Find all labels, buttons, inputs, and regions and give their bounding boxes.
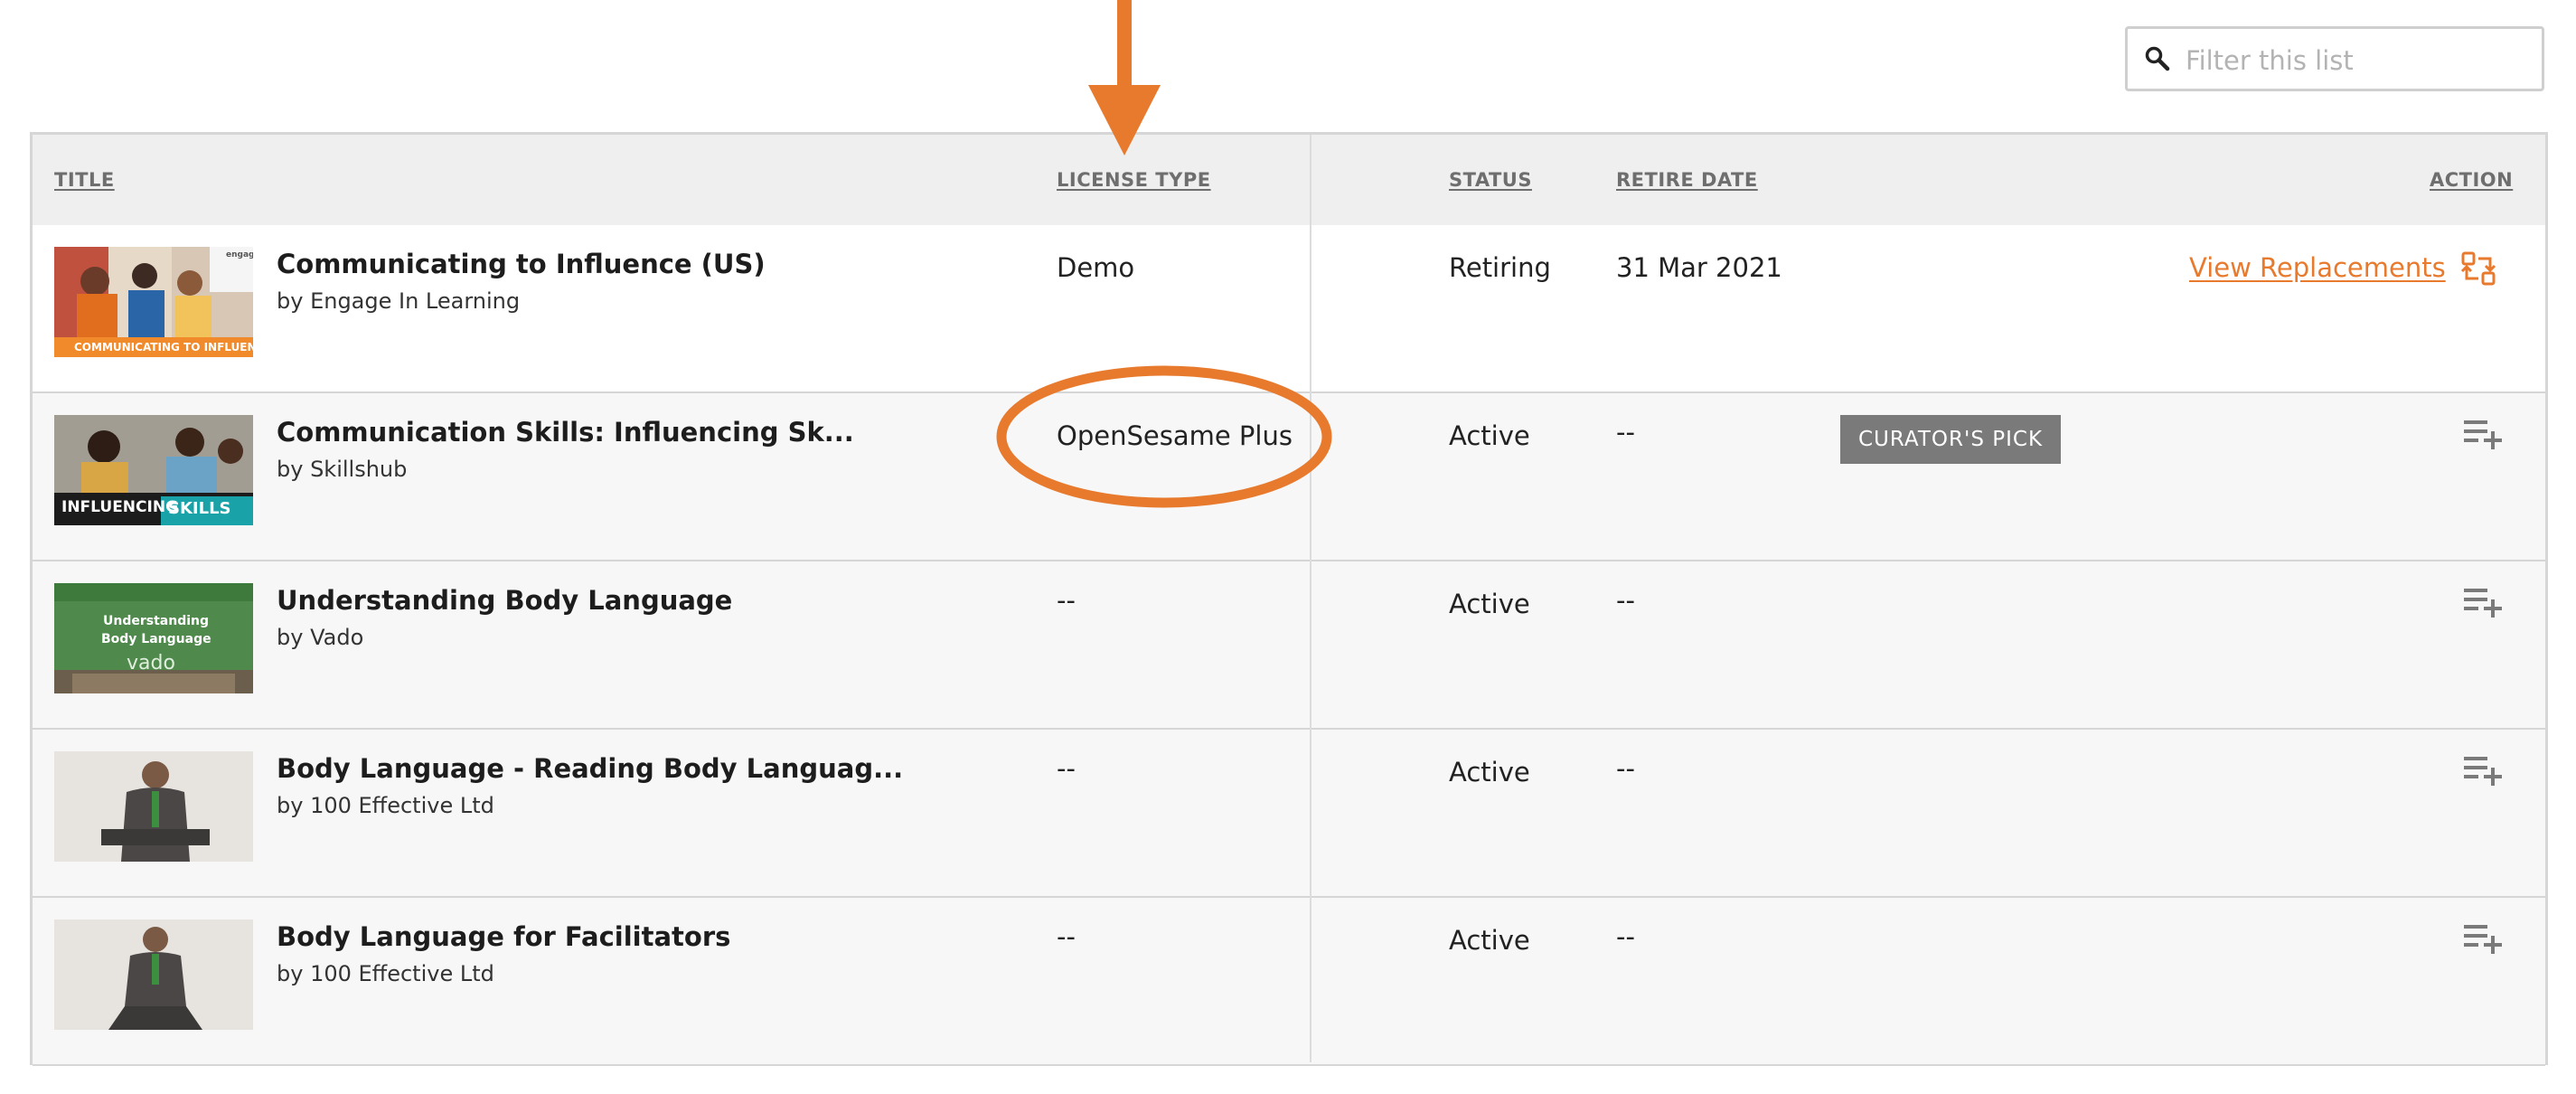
course-table: TITLE LICENSE TYPE STATUS RETIRE DATE AC… <box>30 132 2548 1066</box>
retire-date: -- <box>1616 417 1635 448</box>
annotation-arrow-shaft <box>1117 0 1132 90</box>
column-header-status[interactable]: STATUS <box>1449 169 1532 191</box>
course-author: by 100 Effective Ltd <box>277 793 494 818</box>
retire-date: -- <box>1616 753 1635 784</box>
column-divider <box>1310 135 1312 1062</box>
thumbnail-caption-2: SKILLS <box>168 499 231 518</box>
license-type: Demo <box>1057 252 1135 283</box>
status: Active <box>1449 589 1530 619</box>
retire-date: -- <box>1616 921 1635 952</box>
course-title[interactable]: Understanding Body Language <box>277 585 732 616</box>
table-row[interactable]: Understanding Body Language vado Underst… <box>33 561 2545 730</box>
table-row[interactable]: Body Language - Reading Body Languag... … <box>33 730 2545 898</box>
course-title[interactable]: Communicating to Influence (US) <box>277 249 766 279</box>
course-thumbnail[interactable] <box>54 920 253 1030</box>
license-type: -- <box>1057 753 1076 784</box>
retire-date: -- <box>1616 585 1635 616</box>
thumbnail-image <box>54 751 253 862</box>
swap-icon[interactable] <box>2460 250 2496 287</box>
course-thumbnail[interactable] <box>54 751 253 862</box>
course-title[interactable]: Communication Skills: Influencing Sk... <box>277 417 854 448</box>
course-author: by Vado <box>277 625 364 650</box>
column-header-action[interactable]: ACTION <box>2430 169 2513 191</box>
course-author: by Engage In Learning <box>277 288 521 314</box>
course-author: by 100 Effective Ltd <box>277 961 494 986</box>
course-thumbnail[interactable]: INFLUENCING SKILLS <box>54 415 253 525</box>
course-title[interactable]: Body Language for Facilitators <box>277 921 730 952</box>
thumbnail-caption-1: INFLUENCING <box>61 498 179 516</box>
status: Active <box>1449 420 1530 451</box>
table-header: TITLE LICENSE TYPE STATUS RETIRE DATE AC… <box>33 135 2545 227</box>
filter-box[interactable] <box>2125 26 2544 91</box>
add-to-list-icon[interactable] <box>2464 755 2504 786</box>
course-author: by Skillshub <box>277 457 408 482</box>
table-row[interactable]: engage learning COMMUNICATING TO INFLUEN… <box>33 225 2545 393</box>
course-title[interactable]: Body Language - Reading Body Languag... <box>277 753 903 784</box>
badge-label: CURATOR'S PICK <box>1857 428 2044 451</box>
thumbnail-caption-2: Body Language <box>101 632 212 646</box>
table-row[interactable]: Body Language for Facilitators by 100 Ef… <box>33 898 2545 1066</box>
retire-date: 31 Mar 2021 <box>1616 252 1782 283</box>
thumbnail-brand: engage learning <box>226 250 253 259</box>
course-thumbnail[interactable]: engage learning COMMUNICATING TO INFLUEN… <box>54 247 253 357</box>
thumbnail-brand: vado <box>127 652 175 674</box>
thumbnail-caption: COMMUNICATING TO INFLUENCE <box>74 341 253 354</box>
license-type: OpenSesame Plus <box>1057 420 1293 451</box>
table-row[interactable]: INFLUENCING SKILLS Communication Skills:… <box>33 393 2545 561</box>
license-type: -- <box>1057 921 1076 952</box>
search-icon <box>2145 46 2170 71</box>
filter-input[interactable] <box>2184 38 2531 83</box>
add-to-list-icon[interactable] <box>2464 923 2504 954</box>
add-to-list-icon[interactable] <box>2464 587 2504 618</box>
thumbnail-image <box>54 920 253 1030</box>
status: Active <box>1449 757 1530 787</box>
status: Retiring <box>1449 252 1551 283</box>
status: Active <box>1449 925 1530 956</box>
add-to-list-icon[interactable] <box>2464 419 2504 449</box>
course-thumbnail[interactable]: Understanding Body Language vado <box>54 583 253 693</box>
column-header-license-type[interactable]: LICENSE TYPE <box>1057 169 1211 191</box>
view-replacements-link[interactable]: View Replacements <box>2189 252 2446 283</box>
license-type: -- <box>1057 585 1076 616</box>
thumbnail-caption-1: Understanding <box>103 614 210 628</box>
column-header-title[interactable]: TITLE <box>54 169 115 191</box>
curators-pick-badge: CURATOR'S PICK <box>1840 415 2061 464</box>
column-header-retire-date[interactable]: RETIRE DATE <box>1616 169 1758 191</box>
